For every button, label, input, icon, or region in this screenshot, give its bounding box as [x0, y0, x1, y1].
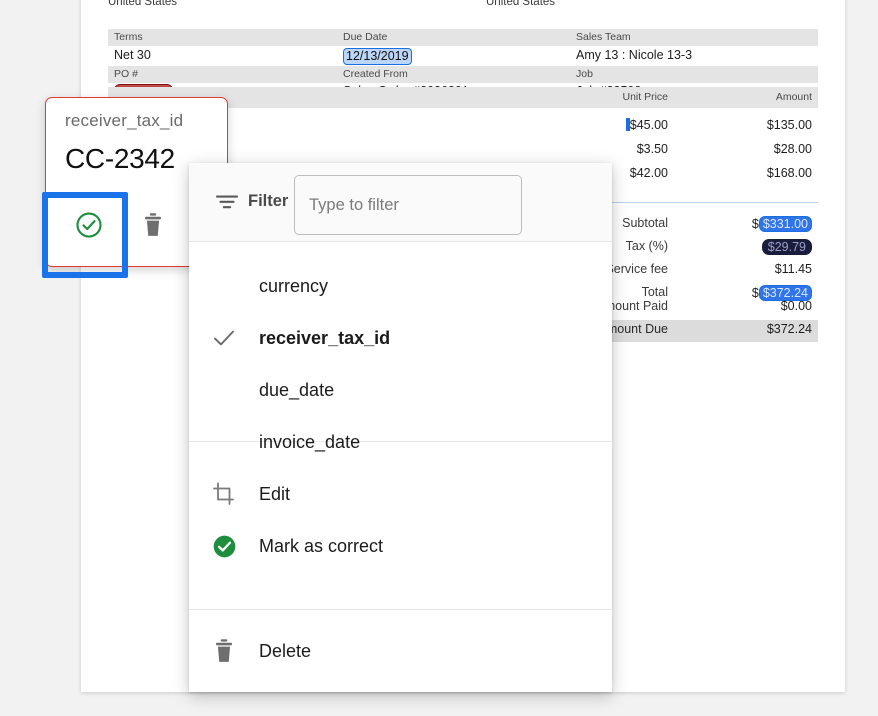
item-unit-price-wrap: $45.00: [625, 118, 668, 132]
field-context-menu: Filter currency receiver_tax_id due_date…: [189, 163, 612, 692]
field-value-text: CC-2342: [65, 143, 175, 174]
col-header-terms: Terms: [114, 31, 143, 43]
menu-group-fields: currency receiver_tax_id due_date invoic…: [189, 242, 612, 452]
col-header-sales-team: Sales Team: [576, 31, 631, 43]
item-amount: $168.00: [766, 166, 812, 180]
totals-value: $0.00: [780, 299, 812, 313]
terms-value-row: Net 30 12/13/2019 Amy 13 : Nicole 13-3: [108, 48, 818, 67]
menu-group-actions: Edit Mark as correct: [189, 442, 612, 610]
col-header-job: Job: [576, 68, 593, 80]
col-header-po: PO #: [114, 68, 138, 80]
col-header-created-from: Created From: [343, 68, 408, 80]
totals-value: $29.79: [761, 239, 812, 255]
address-right: United States: [486, 0, 556, 8]
po-header-band: PO # Created From Job: [108, 66, 818, 83]
totals-label: Total: [641, 285, 668, 299]
totals-label: Service fee: [605, 262, 668, 276]
totals-value: $11.45: [774, 262, 812, 276]
check-circle-filled-icon: [211, 533, 237, 559]
col-header-due-date: Due Date: [343, 31, 388, 43]
totals-value-wrap[interactable]: $29.79: [761, 239, 812, 255]
value-due-date-wrap[interactable]: 12/13/2019: [343, 48, 412, 65]
totals-label: Tax (%): [625, 239, 668, 253]
delete-value-button[interactable]: [122, 194, 184, 256]
menu-item-edit[interactable]: Edit: [189, 468, 612, 520]
amount-due-value: $372.24: [766, 322, 812, 336]
totals-divider: [606, 202, 818, 203]
value-sales-team: Amy 13 : Nicole 13-3: [576, 48, 693, 62]
filter-label: Filter: [248, 192, 289, 210]
field-key-label: receiver_tax_id: [65, 111, 184, 130]
item-unit-price: $3.50: [636, 142, 668, 156]
menu-item-mark-as-correct[interactable]: Mark as correct: [189, 520, 612, 572]
menu-item-delete[interactable]: Delete: [189, 625, 612, 677]
confirm-value-button[interactable]: [58, 194, 120, 256]
menu-item-label: Delete: [259, 640, 312, 661]
terms-header-band: Terms Due Date Sales Team: [108, 29, 818, 46]
menu-item-currency[interactable]: currency: [189, 260, 612, 312]
menu-item-receiver-tax-id[interactable]: receiver_tax_id: [189, 312, 612, 364]
col-header-unit-price: Unit Price: [622, 91, 668, 103]
col-header-amount: Amount: [775, 91, 812, 103]
menu-group-delete: Delete: [189, 610, 612, 692]
item-amount: $28.00: [773, 142, 812, 156]
filter-input[interactable]: [294, 175, 522, 235]
filter-bar: Filter: [189, 163, 612, 242]
value-due-date: 12/13/2019: [343, 48, 412, 65]
address-row: United States United States: [108, 0, 818, 10]
checkmark-icon: [211, 325, 237, 351]
menu-item-label: Edit: [259, 483, 291, 504]
menu-item-label: currency: [259, 275, 329, 296]
totals-value-wrap[interactable]: $ $331.00: [752, 216, 812, 232]
menu-item-due-date[interactable]: due_date: [189, 364, 612, 416]
filter-icon: [216, 195, 238, 209]
check-circle-icon: [76, 212, 102, 238]
totals-value: $331.00: [758, 216, 812, 232]
menu-item-label: Mark as correct: [259, 535, 384, 556]
address-left: United States: [108, 0, 178, 8]
menu-item-label: due_date: [259, 379, 335, 400]
menu-item-label: receiver_tax_id: [259, 327, 391, 348]
totals-label: Subtotal: [622, 216, 668, 230]
trash-icon: [144, 213, 162, 236]
item-unit-price: $42.00: [629, 166, 668, 180]
trash-icon: [211, 638, 237, 664]
crop-icon: [211, 481, 237, 507]
value-terms: Net 30: [114, 48, 151, 62]
item-amount: $135.00: [766, 118, 812, 132]
item-unit-price: $45.00: [629, 118, 668, 132]
